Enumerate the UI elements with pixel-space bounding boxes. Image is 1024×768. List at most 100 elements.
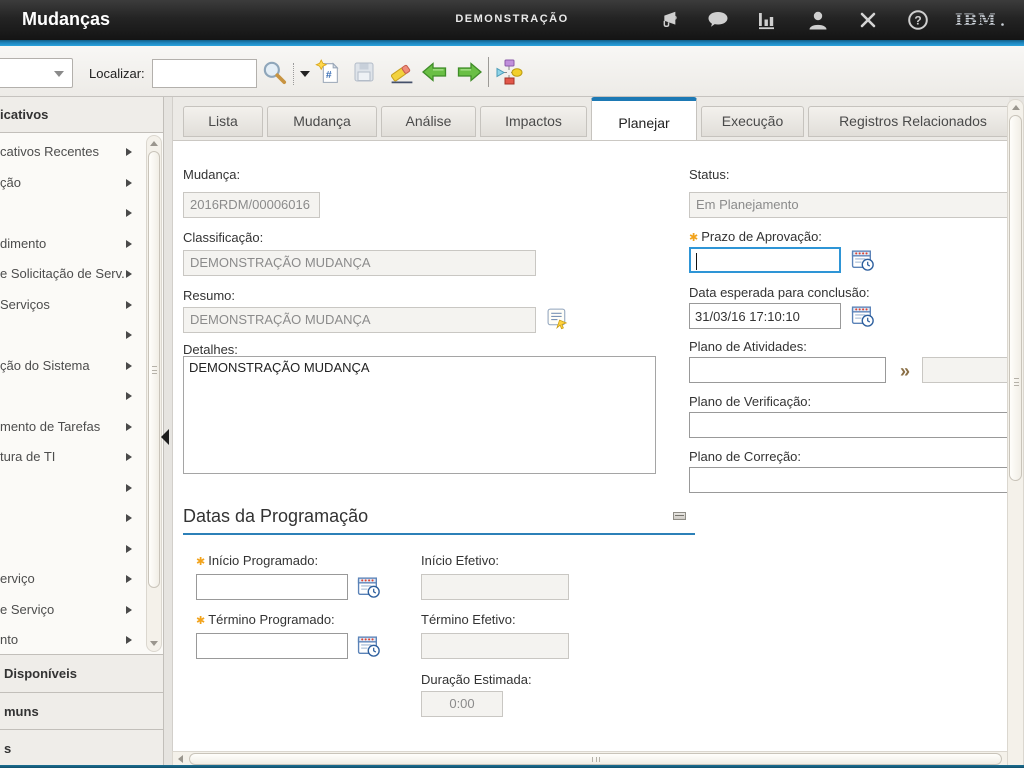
sidebar-section-disponiveis[interactable]: Disponíveis	[0, 655, 163, 693]
termino-efetivo-field	[421, 633, 569, 659]
prazo-aprovacao-calendar-button[interactable]	[851, 248, 875, 275]
new-record-button[interactable]: #	[313, 57, 343, 87]
sidebar-item[interactable]: Serviços	[0, 290, 163, 321]
calendar-clock-icon	[851, 304, 875, 328]
long-description-icon	[546, 307, 571, 330]
new-record-icon: #	[315, 59, 342, 86]
sidebar-scroll-up-button[interactable]	[147, 137, 161, 150]
resumo-label: Resumo:	[183, 288, 235, 303]
data-esperada-calendar-button[interactable]	[851, 304, 875, 331]
scrollbar-grip-icon	[1014, 378, 1019, 386]
data-esperada-input[interactable]	[689, 303, 841, 329]
sidebar-title: icativos	[0, 97, 163, 133]
sidebar-scroll-down-button[interactable]	[147, 637, 161, 650]
sidebar-item[interactable]	[0, 381, 163, 412]
sidebar-item[interactable]	[0, 473, 163, 504]
text-cursor	[696, 253, 697, 270]
goto-select[interactable]	[0, 58, 73, 88]
profile-icon[interactable]	[807, 9, 829, 31]
sidebar-item[interactable]: ção	[0, 168, 163, 199]
find-input[interactable]	[152, 59, 257, 88]
calendar-clock-icon	[357, 634, 381, 658]
tab-planejar[interactable]: Planejar	[591, 97, 697, 141]
schedule-section-title: Datas da Programação	[183, 506, 368, 527]
detalhes-textarea[interactable]: DEMONSTRAÇÃO MUDANÇA	[183, 356, 656, 474]
inicio-programado-calendar-button[interactable]	[357, 575, 381, 602]
chevron-right-icon	[126, 545, 132, 553]
scroll-left-button[interactable]	[174, 753, 187, 765]
sidebar-item[interactable]: e Solicitação de Serv.	[0, 259, 163, 290]
chevron-right-icon	[126, 453, 132, 461]
reports-chart-icon[interactable]	[757, 9, 779, 31]
sidebar-item[interactable]: tura de TI	[0, 442, 163, 473]
classificacao-field: DEMONSTRAÇÃO MUDANÇA	[183, 250, 536, 276]
horizontal-scrollbar-thumb[interactable]	[189, 753, 1002, 765]
svg-text:#: #	[325, 70, 331, 81]
main-panel: Lista Mudança Análise Impactos Planejar …	[172, 97, 1008, 751]
next-record-button[interactable]	[454, 57, 484, 87]
workflow-icon	[495, 58, 523, 86]
termino-programado-calendar-button[interactable]	[357, 634, 381, 661]
sidebar-list: cativos Recentes ção dimento e Solicitaç…	[0, 133, 163, 655]
duracao-estimada-label: Duração Estimada:	[421, 672, 532, 687]
calendar-clock-icon	[851, 248, 875, 272]
chevron-right-icon	[126, 301, 132, 309]
previous-record-button[interactable]	[420, 57, 450, 87]
plano-atividades-input[interactable]	[689, 357, 886, 383]
logout-close-icon[interactable]	[857, 9, 879, 31]
sidebar-item[interactable]: e Serviço	[0, 595, 163, 626]
chevron-right-icon	[126, 240, 132, 248]
save-button[interactable]	[349, 57, 379, 87]
sidebar-item[interactable]: cativos Recentes	[0, 137, 163, 168]
search-options-caret-icon[interactable]	[300, 71, 310, 77]
previous-arrow-icon	[421, 59, 449, 85]
vertical-scrollbar-thumb[interactable]	[1009, 115, 1022, 481]
toolbar: Localizar: #	[0, 46, 1024, 97]
plano-verificacao-input[interactable]	[689, 412, 1009, 438]
search-button[interactable]	[259, 57, 289, 87]
scrollbar-grip-icon	[152, 366, 157, 374]
inicio-programado-input[interactable]	[196, 574, 348, 600]
prazo-aprovacao-input[interactable]	[689, 247, 841, 273]
sidebar-item[interactable]	[0, 198, 163, 229]
tab-impactos[interactable]: Impactos	[480, 106, 587, 137]
workflow-button[interactable]	[494, 57, 524, 87]
status-field: Em Planejamento	[689, 192, 1009, 218]
search-icon	[260, 58, 288, 86]
termino-programado-input[interactable]	[196, 633, 348, 659]
sidebar-item[interactable]	[0, 534, 163, 565]
sidebar-section-comuns[interactable]: muns	[0, 693, 163, 731]
tab-execucao[interactable]: Execução	[701, 106, 804, 137]
long-description-button[interactable]	[546, 307, 571, 333]
sidebar-item[interactable]: nto	[0, 625, 163, 655]
sidebar-item[interactable]: dimento	[0, 229, 163, 260]
app-header: Mudanças DEMONSTRAÇÃO ?	[0, 0, 1024, 40]
sidebar-item[interactable]: erviço	[0, 564, 163, 595]
tab-mudanca[interactable]: Mudança	[267, 106, 377, 137]
chevron-right-icon	[126, 636, 132, 644]
chevron-right-icon	[126, 362, 132, 370]
tab-lista[interactable]: Lista	[183, 106, 263, 137]
main-vertical-scrollbar	[1007, 99, 1024, 767]
sidebar-scrollbar-thumb[interactable]	[148, 151, 160, 588]
announcements-icon[interactable]	[657, 9, 679, 31]
help-icon[interactable]: ?	[907, 9, 929, 31]
section-minimize-icon[interactable]	[673, 512, 686, 520]
ibm-logo-icon: IBM	[954, 10, 1006, 33]
tab-analise[interactable]: Análise	[381, 106, 476, 137]
scroll-up-icon	[150, 141, 158, 146]
tab-registros-relacionados[interactable]: Registros Relacionados	[808, 106, 1009, 137]
sidebar-item[interactable]	[0, 320, 163, 351]
scroll-up-button[interactable]	[1009, 101, 1022, 114]
sidebar-item[interactable]: ção do Sistema	[0, 351, 163, 382]
clear-changes-button[interactable]	[385, 57, 418, 87]
clear-eraser-icon	[386, 59, 418, 86]
sidebar-collapse-handle[interactable]	[161, 429, 169, 445]
sidebar-item[interactable]: mento de Tarefas	[0, 412, 163, 443]
detail-menu-icon[interactable]: »	[900, 362, 910, 380]
chat-icon[interactable]	[707, 9, 729, 31]
termino-programado-label: ✱Término Programado:	[196, 612, 335, 627]
sidebar-item[interactable]	[0, 503, 163, 534]
sidebar-section-last[interactable]: s	[0, 730, 163, 768]
plano-correcao-input[interactable]	[689, 467, 1009, 493]
